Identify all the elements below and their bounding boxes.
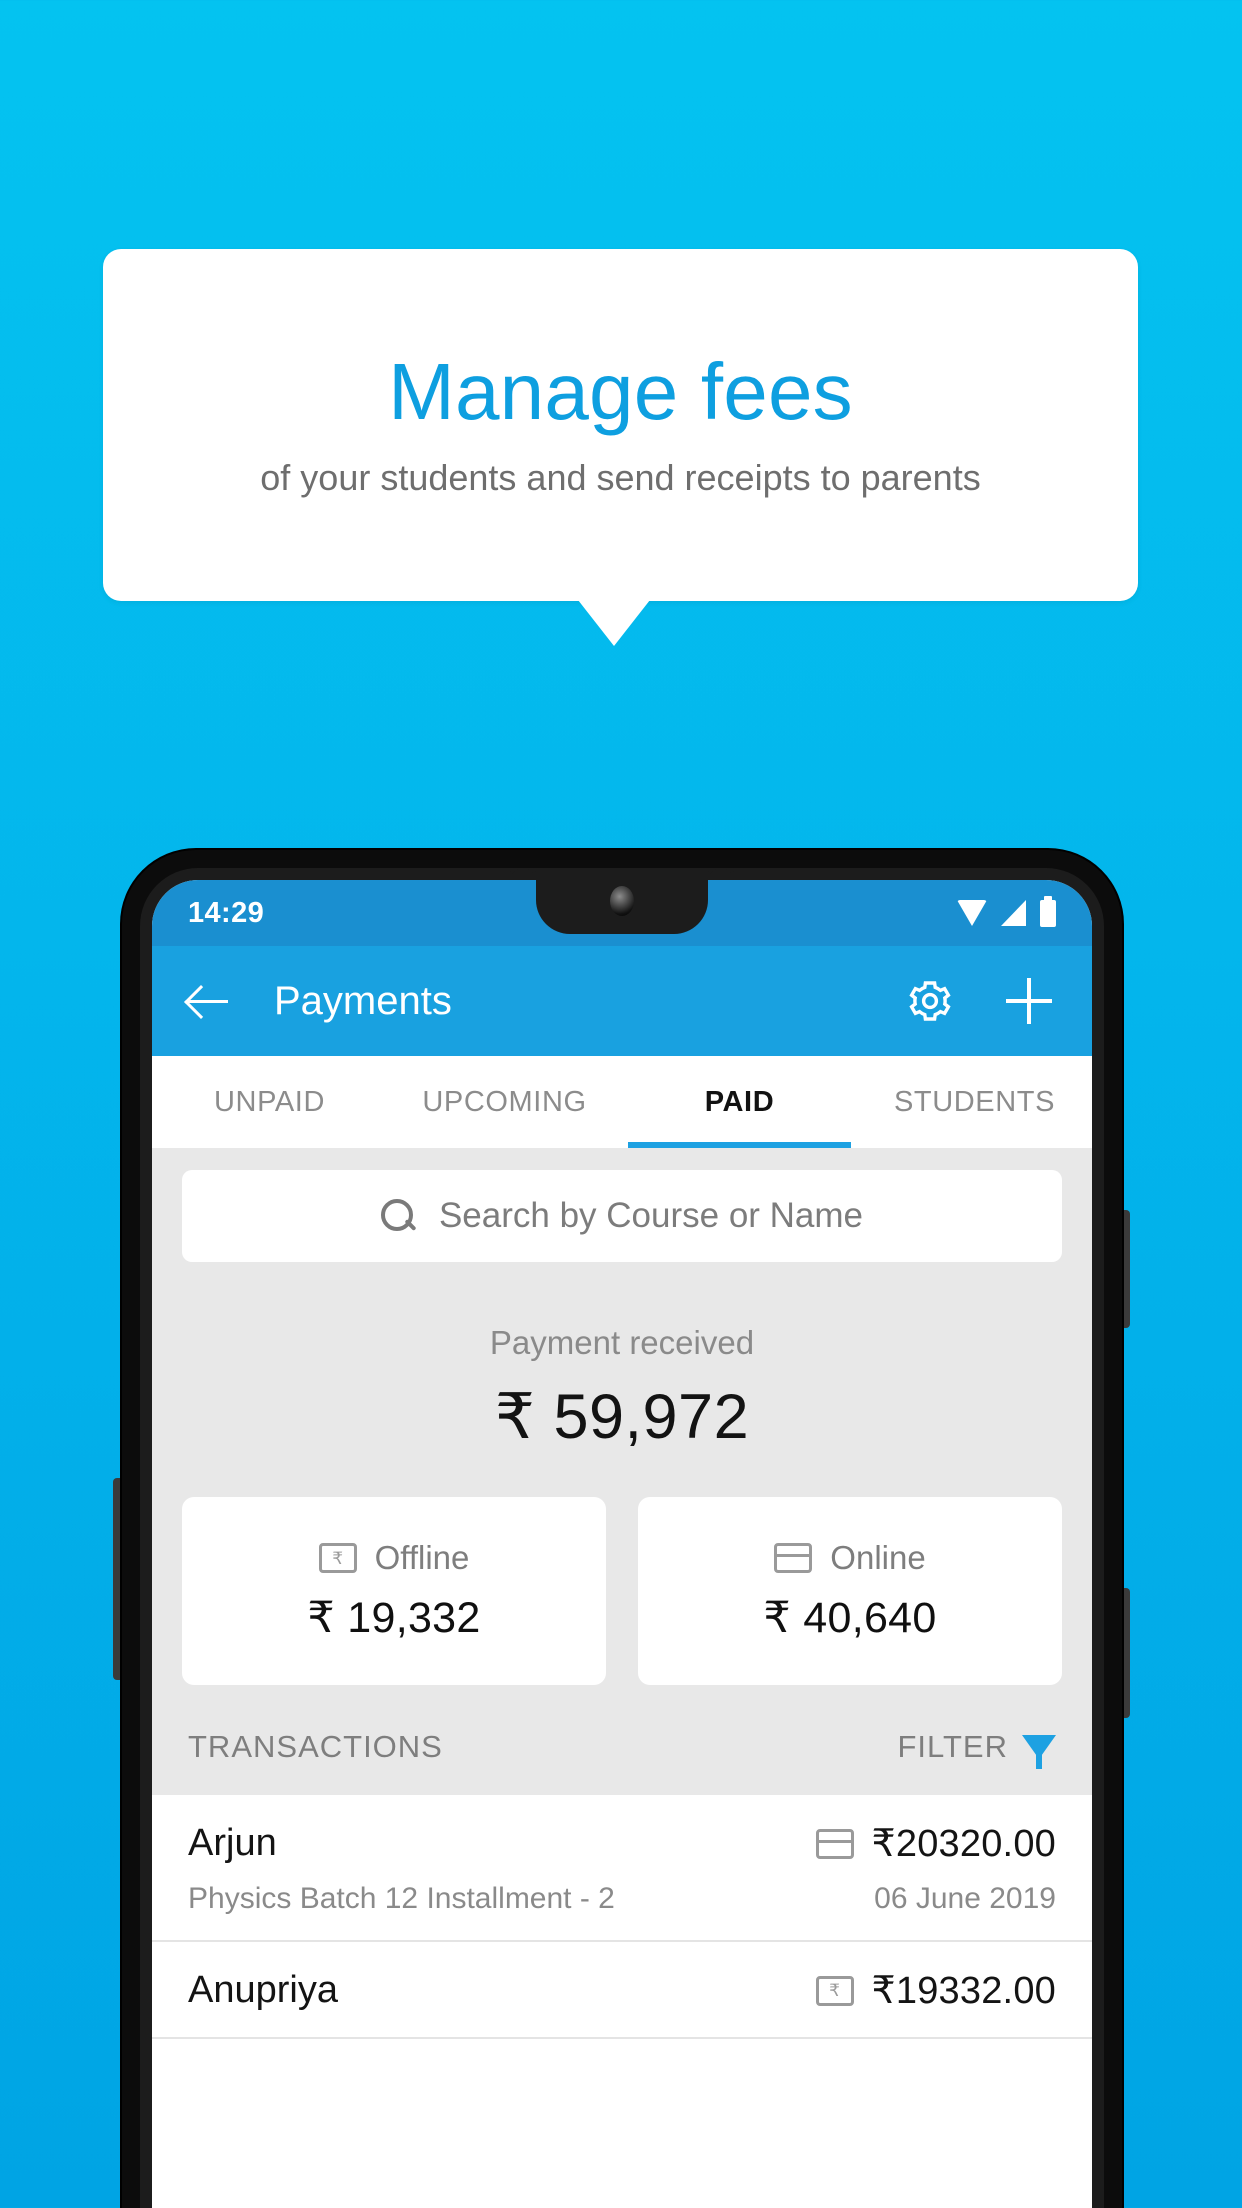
promo-title: Manage fees — [388, 347, 853, 437]
phone-mockup: 14:29 Payments UNPAID UPCOMING PAID STUD… — [122, 850, 1122, 2208]
table-row[interactable]: Anupriya ₹ ₹19332.00 — [152, 1942, 1092, 2039]
transaction-amount-group: ₹20320.00 — [815, 1821, 1056, 1866]
search-icon — [380, 1199, 415, 1233]
battery-icon — [1040, 895, 1056, 927]
promo-subtitle: of your students and send receipts to pa… — [260, 457, 981, 499]
gear-icon[interactable] — [906, 977, 954, 1025]
offline-card-header: ₹ Offline — [318, 1539, 470, 1577]
transaction-primary-line: Anupriya ₹ ₹19332.00 — [188, 1968, 1056, 2013]
credit-card-icon — [774, 1543, 813, 1573]
content-area: Search by Course or Name Payment receive… — [152, 1148, 1092, 2039]
table-row[interactable]: Arjun ₹20320.00 Physics Batch 12 Install… — [152, 1795, 1092, 1942]
promo-bubble-tail — [578, 600, 650, 646]
status-time: 14:29 — [188, 896, 265, 929]
offline-amount: ₹ 19,332 — [307, 1594, 481, 1642]
status-icons — [957, 895, 1056, 927]
transaction-amount: ₹19332.00 — [871, 1970, 1056, 2012]
tab-bar: UNPAID UPCOMING PAID STUDENTS — [152, 1056, 1092, 1148]
front-camera-icon — [610, 886, 634, 916]
phone-screen: 14:29 Payments UNPAID UPCOMING PAID STUD… — [152, 880, 1092, 2208]
transaction-description: Physics Batch 12 Installment - 2 — [188, 1882, 615, 1915]
transaction-amount: ₹20320.00 — [871, 1823, 1056, 1865]
rupee-note-icon: ₹ — [815, 1975, 854, 2006]
transaction-date: 06 June 2019 — [874, 1882, 1056, 1915]
filter-funnel-icon — [1022, 1735, 1056, 1769]
offline-label: Offline — [374, 1539, 470, 1576]
plus-icon[interactable] — [1006, 978, 1052, 1024]
transaction-amount-group: ₹ ₹19332.00 — [815, 1968, 1056, 2013]
back-arrow-icon[interactable] — [186, 978, 232, 1024]
credit-card-icon — [815, 1828, 854, 1859]
promo-card: Manage fees of your students and send re… — [103, 249, 1138, 601]
transactions-header: TRANSACTIONS FILTER — [152, 1685, 1092, 1795]
tab-upcoming[interactable]: UPCOMING — [387, 1056, 622, 1148]
transactions-title: TRANSACTIONS — [188, 1729, 443, 1764]
tab-students[interactable]: STUDENTS — [857, 1056, 1092, 1148]
search-container: Search by Course or Name — [152, 1148, 1092, 1262]
rupee-note-icon: ₹ — [318, 1543, 357, 1573]
filter-label: FILTER — [897, 1729, 1008, 1764]
transaction-primary-line: Arjun ₹20320.00 — [188, 1821, 1056, 1866]
page-title: Payments — [274, 978, 452, 1023]
payment-received-block: Payment received ₹ 59,972 — [152, 1262, 1092, 1453]
online-summary-card[interactable]: Online ₹ 40,640 — [638, 1497, 1062, 1685]
transaction-secondary-line: Physics Batch 12 Installment - 2 06 June… — [188, 1882, 1056, 1916]
promo-card-content: Manage fees of your students and send re… — [103, 249, 1138, 601]
tab-unpaid[interactable]: UNPAID — [152, 1056, 387, 1148]
tab-paid[interactable]: PAID — [622, 1056, 857, 1148]
phone-bezel: 14:29 Payments UNPAID UPCOMING PAID STUD… — [140, 868, 1104, 2208]
wifi-icon — [957, 900, 987, 926]
transactions-list: Arjun ₹20320.00 Physics Batch 12 Install… — [152, 1795, 1092, 2039]
search-placeholder: Search by Course or Name — [438, 1196, 864, 1235]
summary-cards: ₹ Offline ₹ 19,332 Online ₹ 40,640 — [152, 1453, 1092, 1685]
app-bar: Payments — [152, 946, 1092, 1056]
signal-icon — [1001, 900, 1026, 926]
online-card-header: Online — [774, 1539, 926, 1577]
payment-received-amount: ₹ 59,972 — [494, 1382, 750, 1452]
online-amount: ₹ 40,640 — [763, 1594, 937, 1642]
transaction-name: Anupriya — [188, 1969, 338, 2011]
online-label: Online — [830, 1539, 926, 1576]
transaction-name: Arjun — [188, 1822, 277, 1864]
offline-summary-card[interactable]: ₹ Offline ₹ 19,332 — [182, 1497, 606, 1685]
search-input[interactable]: Search by Course or Name — [182, 1170, 1062, 1262]
payment-received-label: Payment received — [489, 1324, 755, 1361]
filter-button[interactable]: FILTER — [897, 1729, 1056, 1769]
